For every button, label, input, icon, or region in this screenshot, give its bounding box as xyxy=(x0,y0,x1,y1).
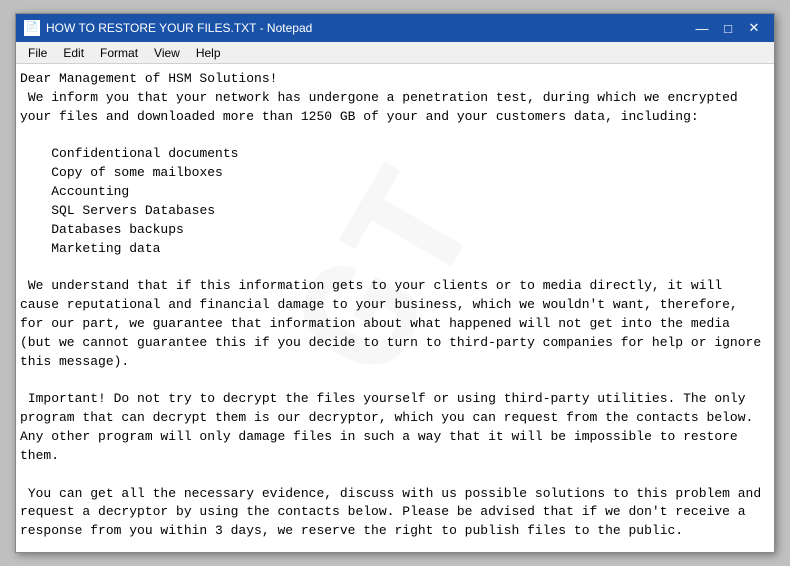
menu-edit[interactable]: Edit xyxy=(55,44,92,62)
window-title: HOW TO RESTORE YOUR FILES.TXT - Notepad xyxy=(46,21,312,35)
menu-view[interactable]: View xyxy=(146,44,188,62)
menu-bar: File Edit Format View Help xyxy=(16,42,774,64)
menu-format[interactable]: Format xyxy=(92,44,146,62)
window-controls: — □ ✕ xyxy=(690,18,766,38)
file-content[interactable]: Dear Management of HSM Solutions! We inf… xyxy=(20,68,766,552)
close-button[interactable]: ✕ xyxy=(742,18,766,38)
notepad-window: 📄 HOW TO RESTORE YOUR FILES.TXT - Notepa… xyxy=(15,13,775,553)
maximize-button[interactable]: □ xyxy=(716,18,740,38)
notepad-icon: 📄 xyxy=(24,20,40,36)
title-bar-left: 📄 HOW TO RESTORE YOUR FILES.TXT - Notepa… xyxy=(24,20,312,36)
menu-help[interactable]: Help xyxy=(188,44,229,62)
text-editor-area[interactable]: GT Dear Management of HSM Solutions! We … xyxy=(16,64,774,552)
minimize-button[interactable]: — xyxy=(690,18,714,38)
title-bar: 📄 HOW TO RESTORE YOUR FILES.TXT - Notepa… xyxy=(16,14,774,42)
menu-file[interactable]: File xyxy=(20,44,55,62)
